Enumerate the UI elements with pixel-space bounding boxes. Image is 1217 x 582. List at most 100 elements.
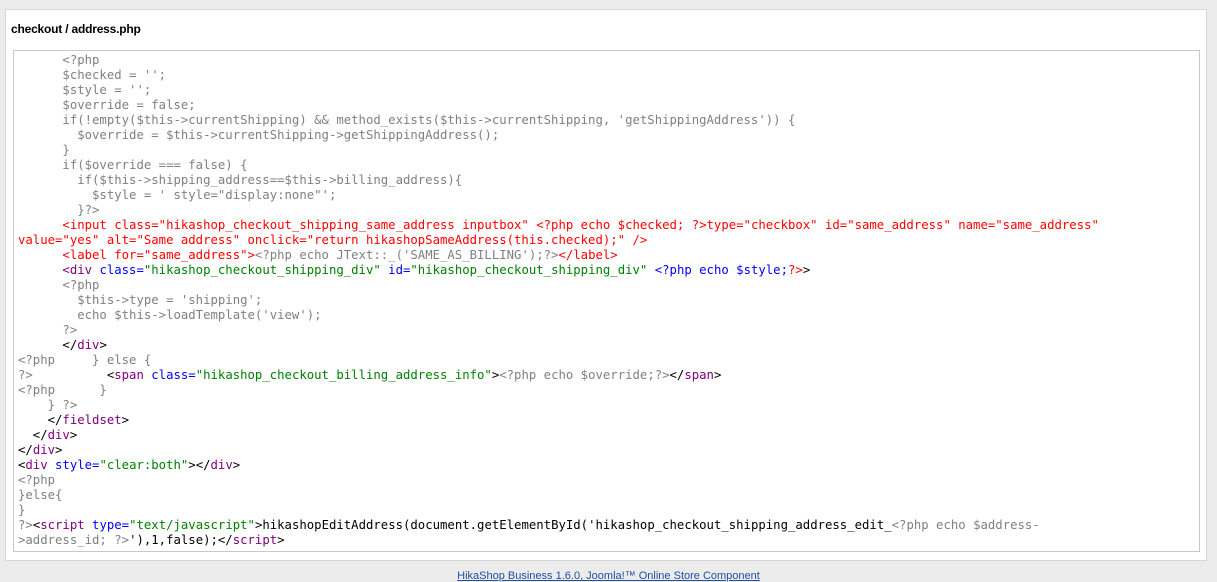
code-line: ?><script type="text/javascript">hikasho… [18,518,1199,533]
code-token: "hikashop_checkout_shipping_div" [143,263,381,277]
code-token: $style = ''; [18,83,152,97]
code-line: } [18,143,1199,158]
code-line: $override = $this->currentShipping->getS… [18,128,1199,143]
code-token: ></ [188,458,211,472]
code-line: <div class="hikashop_checkout_shipping_d… [18,263,1199,278]
code-token: > [802,263,811,277]
code-line: <?php [18,278,1199,293]
code-token: <?php } [18,383,107,397]
code-token: ?> [18,518,33,532]
code-token: ?> [788,263,803,277]
source-code: <?php $checked = ''; $style = ''; $overr… [14,51,1199,548]
code-token: > [713,368,722,382]
footer-link[interactable]: HikaShop Business 1.6.0, Joomla!™ Online… [0,570,1217,582]
code-token: <div [18,263,100,277]
code-token: >hikashopEditAddress(document.getElement… [254,518,892,532]
code-line: if($override === false) { [18,158,1199,173]
code-token: type= [92,518,130,532]
code-token: > [121,413,130,427]
code-line: value="yes" alt="Same address" onclick="… [18,233,1199,248]
code-line: } ?> [18,398,1199,413]
code-token: id= [380,263,411,277]
code-line: }?> [18,203,1199,218]
code-token: } [18,143,70,157]
code-token: > [232,458,241,472]
code-line: if($this->shipping_address==$this->billi… [18,173,1199,188]
code-token: <?php [18,278,100,292]
code-line: <label for="same_address"><?php echo JTe… [18,248,1199,263]
code-line: </div> [18,443,1199,458]
code-token: <?php echo $checked; ?> [536,218,707,232]
code-token: }?> [18,203,100,217]
code-line: <?php } [18,383,1199,398]
code-token: } [18,503,26,517]
code-token: echo $this->loadTemplate('view'); [18,308,322,322]
code-token: div [77,338,100,352]
code-token: <?php } else { [18,353,152,367]
code-token: if(!empty($this->currentShipping) && met… [18,113,796,127]
code-token: "hikashop_checkout_billing_address_info" [195,368,492,382]
code-token: div [210,458,233,472]
code-line: ?> [18,323,1199,338]
code-token: </label> [558,248,618,262]
code-token: div [32,443,56,457]
code-token: <?php echo $style; [647,263,788,277]
code-line: } [18,503,1199,518]
code-token: }else{ [18,488,63,502]
code-viewer[interactable]: <?php $checked = ''; $style = ''; $overr… [13,50,1200,552]
code-line: if(!empty($this->currentShipping) && met… [18,113,1199,128]
code-token: fieldset [62,413,122,427]
code-token: ?> [18,368,107,382]
code-token: class= [151,368,196,382]
code-line: $this->type = 'shipping'; [18,293,1199,308]
code-line: <?php } else { [18,353,1199,368]
code-token: > [277,533,285,547]
code-token: <?php echo JText::_('SAME_AS_BILLING');?… [254,248,559,262]
code-token: >address_id; ?> [18,533,130,547]
code-token: <label for="same_address"> [18,248,255,262]
code-line: ?> <span class="hikashop_checkout_billin… [18,368,1199,383]
code-token: > [99,338,107,352]
code-line: </div> [18,338,1199,353]
code-token: script [232,533,278,547]
code-line: <input class="hikashop_checkout_shipping… [18,218,1199,233]
file-path-title: checkout / address.php [11,22,141,36]
code-token: </ [18,413,63,427]
code-token: style= [55,458,100,472]
code-token: > [69,428,78,442]
code-token: if($override === false) { [18,158,248,172]
code-token: type="checkbox" id="same_address" name="… [706,218,1099,232]
code-line: $checked = ''; [18,68,1199,83]
code-token: $checked = ''; [18,68,167,82]
code-line: $style = ''; [18,83,1199,98]
code-token: value="yes" alt="Same address" onclick="… [18,233,648,247]
code-token: span [684,368,714,382]
code-token: if($this->shipping_address==$this->billi… [18,173,463,187]
code-token: > [55,443,63,457]
code-token: script [40,518,93,532]
code-token: $style = ' style="display:none"'; [18,188,337,202]
code-token: </ [18,443,33,457]
file-panel: checkout / address.php <?php $checked = … [5,9,1207,561]
code-line: $override = false; [18,98,1199,113]
code-token: </ [669,368,685,382]
code-token: } ?> [18,398,78,412]
code-line: </fieldset> [18,413,1199,428]
code-token: <?php echo $address- [891,518,1040,532]
code-token: <?php [18,473,56,487]
code-token: "clear:both" [99,458,189,472]
code-token: </ [18,428,48,442]
code-token: div [47,428,70,442]
code-token: $override = $this->currentShipping->getS… [18,128,500,142]
code-line: }else{ [18,488,1199,503]
code-token: <?php echo $override;?> [499,368,670,382]
code-line: <?php [18,473,1199,488]
code-token: '),1,false);</ [129,533,233,547]
code-token: <input class="hikashop_checkout_shipping… [18,218,537,232]
code-token: class= [99,263,144,277]
code-line: <div style="clear:both"></div> [18,458,1199,473]
code-token: <?php [18,53,100,67]
code-line: <?php [18,53,1199,68]
code-token: "text/javascript" [129,518,255,532]
code-line: </div> [18,428,1199,443]
